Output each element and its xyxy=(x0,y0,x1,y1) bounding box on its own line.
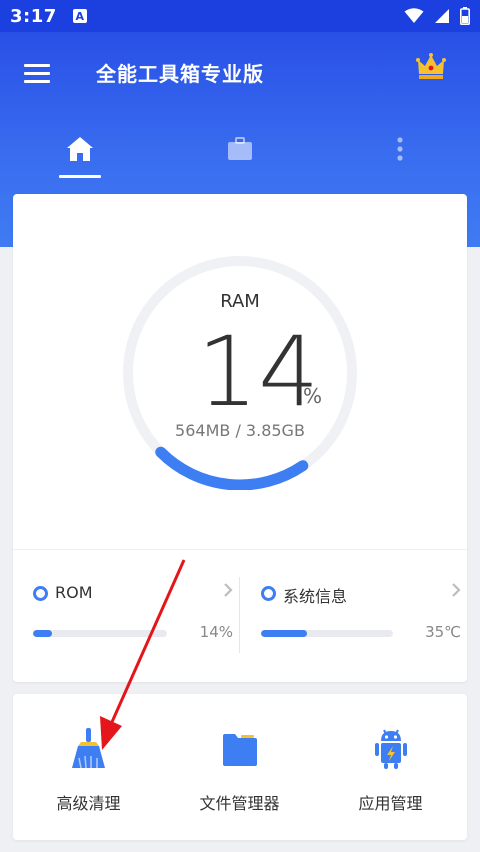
system-info-stat[interactable]: 系统信息 35℃ xyxy=(261,576,461,652)
rom-progress-bar xyxy=(33,630,167,637)
rom-stat[interactable]: ROM 14% xyxy=(33,576,233,652)
ram-detail: 564MB / 3.85GB xyxy=(175,421,305,440)
app-title: 全能工具箱专业版 xyxy=(96,62,264,86)
tab-tools[interactable] xyxy=(210,120,270,178)
cellular-icon xyxy=(435,9,449,23)
tab-home[interactable] xyxy=(50,120,110,178)
folder-icon xyxy=(222,734,257,766)
rom-indicator-icon xyxy=(33,586,48,601)
app-manager-tool[interactable]: 应用管理 xyxy=(315,694,466,840)
wifi-icon xyxy=(404,8,424,23)
divider xyxy=(13,549,467,550)
memory-card: RAM 14 % 564MB / 3.85GB ROM 14% 系统信息 35℃ xyxy=(13,194,467,682)
ram-gauge[interactable]: RAM 14 % 564MB / 3.85GB xyxy=(123,256,357,490)
chevron-right-icon xyxy=(224,583,233,597)
status-bar: 3:17 A xyxy=(0,0,480,32)
temperature-progress-fill xyxy=(261,630,308,637)
rom-value: 14% xyxy=(199,623,233,641)
briefcase-icon xyxy=(228,137,252,160)
tab-indicator xyxy=(59,175,101,178)
temperature-progress-bar xyxy=(261,630,393,637)
divider-vertical xyxy=(239,577,240,653)
system-indicator-icon xyxy=(261,586,276,601)
file-manager-tool[interactable]: 文件管理器 xyxy=(164,694,315,840)
more-vert-icon xyxy=(397,137,403,161)
advanced-clean-label: 高级清理 xyxy=(56,794,121,813)
menu-icon[interactable] xyxy=(24,64,50,84)
status-icons xyxy=(404,7,470,25)
battery-icon xyxy=(460,7,470,25)
android-icon xyxy=(374,729,407,769)
a-icon: A xyxy=(72,9,87,23)
rom-progress-fill xyxy=(33,630,52,637)
chevron-right-icon xyxy=(452,583,461,597)
status-time: 3:17 xyxy=(10,5,57,27)
crown-icon[interactable] xyxy=(416,52,446,80)
ram-percent: 14 xyxy=(197,316,320,428)
broom-icon xyxy=(71,728,105,769)
tools-card: 高级清理 文件管理器 应用管理 xyxy=(13,694,467,840)
app-bar: 全能工具箱专业版 xyxy=(0,32,480,112)
system-info-label: 系统信息 xyxy=(283,587,348,606)
rom-label: ROM xyxy=(55,583,93,602)
app-manager-label: 应用管理 xyxy=(358,794,423,813)
temperature-value: 35℃ xyxy=(425,623,461,641)
file-manager-label: 文件管理器 xyxy=(199,794,280,813)
home-icon xyxy=(67,137,93,161)
ram-label: RAM xyxy=(220,291,260,312)
tab-more[interactable] xyxy=(370,120,430,178)
advanced-clean-tool[interactable]: 高级清理 xyxy=(13,694,164,840)
ram-percent-sign: % xyxy=(303,384,323,408)
tab-bar xyxy=(0,120,480,178)
